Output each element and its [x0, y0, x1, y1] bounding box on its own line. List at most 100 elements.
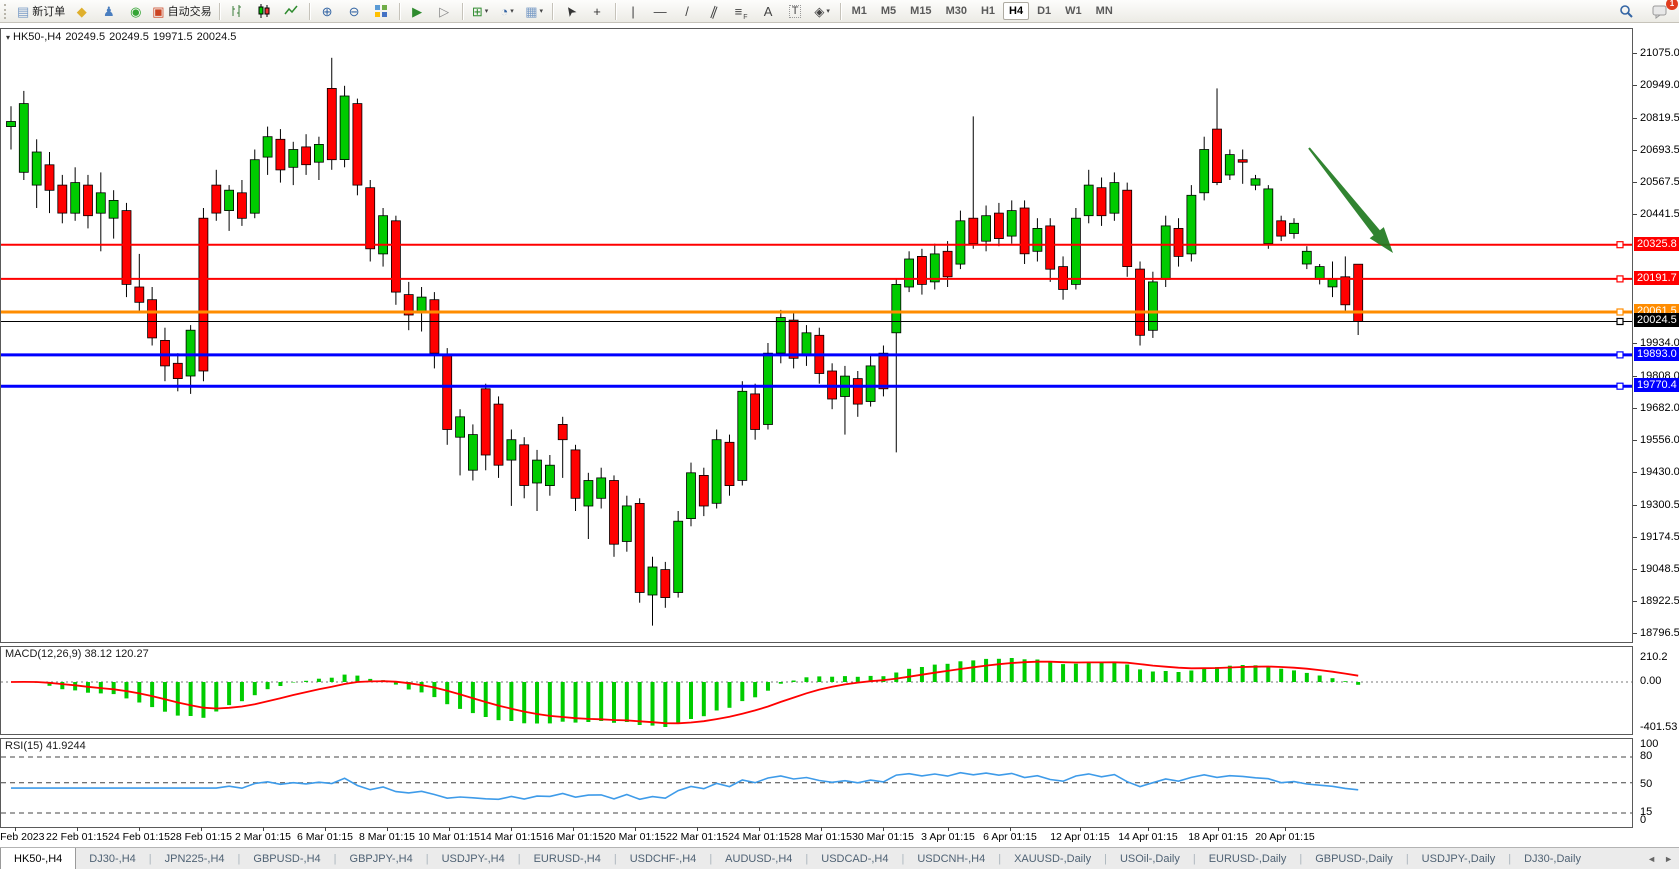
price-tick-label: 20693.5: [1640, 144, 1679, 156]
tabs-scroll-right-icon[interactable]: ►: [1664, 854, 1673, 864]
toolbar-grip[interactable]: [4, 4, 10, 19]
time-tick-label: 14 Mar 01:15: [480, 831, 542, 843]
line-chart-icon[interactable]: [278, 0, 305, 22]
chart-tab-hk50h4[interactable]: HK50-,H4: [0, 848, 76, 869]
zoom-out-icon[interactable]: ⊖: [341, 0, 368, 22]
chart-tab-usdchfh4[interactable]: USDCHF-,H4: [617, 848, 710, 869]
timeframe-m30-button[interactable]: M30: [940, 2, 973, 20]
chart-tab-dj30h4[interactable]: DJ30-,H4: [76, 848, 148, 869]
chart-tab-jpn225h4[interactable]: JPN225-,H4: [152, 848, 238, 869]
timeframe-h1-button[interactable]: H1: [975, 2, 1001, 20]
time-tick-label: 28 Mar 01:15: [790, 831, 852, 843]
chart-tab-audusdh4[interactable]: AUDUSD-,H4: [712, 848, 805, 869]
time-tick-label: 2 Mar 01:15: [235, 831, 291, 843]
toolbar-separator: [399, 3, 400, 20]
channel-icon[interactable]: ∥: [701, 0, 728, 22]
time-axis[interactable]: 20 Feb 202322 Feb 01:1524 Feb 01:1528 Fe…: [0, 829, 1633, 847]
main-chart-pane[interactable]: ▾HK50-,H420249.520249.519971.520024.5: [0, 28, 1633, 643]
arrows-icon[interactable]: ◈▾: [809, 0, 836, 22]
crosshair-icon[interactable]: +: [584, 0, 611, 22]
chart-tab-usoildaily[interactable]: USOil-,Daily: [1107, 848, 1193, 869]
price-axis[interactable]: 21075.020949.020819.520693.520567.520441…: [1633, 23, 1679, 847]
timeframe-w1-button[interactable]: W1: [1059, 2, 1088, 20]
macd-axis-label: 0.00: [1640, 675, 1661, 687]
fibonacci-icon[interactable]: ≡F: [728, 0, 755, 22]
chart-tab-bar: HK50-,H4DJ30-,H4|JPN225-,H4|GBPUSD-,H4|G…: [0, 847, 1679, 869]
vertical-line-icon[interactable]: |: [620, 0, 647, 22]
toolbar-separator: [840, 3, 841, 20]
price-line-label: 19770.4: [1634, 378, 1679, 392]
price-tick-label: 19430.0: [1640, 466, 1679, 478]
label-icon[interactable]: T: [782, 0, 809, 22]
cursor-icon[interactable]: ➤: [557, 0, 584, 22]
timeframes-icon-dropdown[interactable]: ▾: [510, 7, 514, 15]
zoom-in-icon[interactable]: ⊕: [314, 0, 341, 22]
signals-icon[interactable]: ◉: [122, 0, 149, 22]
market-watch-icon[interactable]: ◆: [68, 0, 95, 22]
price-tick-mark: [1633, 408, 1637, 409]
price-line-label: 19893.0: [1634, 347, 1679, 361]
chart-tab-gbpusddaily[interactable]: GBPUSD-,Daily: [1302, 848, 1406, 869]
chart-tab-dj30daily[interactable]: DJ30-,Daily: [1511, 848, 1594, 869]
horizontal-line-icon[interactable]: —: [647, 0, 674, 22]
time-tick-label: 20 Mar 01:15: [604, 831, 666, 843]
tabs-scroll-left-icon[interactable]: ◄: [1647, 854, 1656, 864]
time-tick-label: 12 Apr 01:15: [1050, 831, 1110, 843]
timeframe-m5-button[interactable]: M5: [875, 2, 902, 20]
trendline-icon[interactable]: /: [674, 0, 701, 22]
price-tick-label: 19174.5: [1640, 531, 1679, 543]
rsi-value: 41.9244: [46, 740, 86, 752]
rsi-indicator-pane[interactable]: RSI(15) 41.9244: [0, 738, 1633, 828]
chart-tab-usdcadh4[interactable]: USDCAD-,H4: [808, 848, 901, 869]
macd-indicator-pane[interactable]: MACD(12,26,9) 38.12 120.27: [0, 646, 1633, 735]
timeframe-d1-button[interactable]: D1: [1031, 2, 1057, 20]
price-tick-label: 20819.5: [1640, 112, 1679, 124]
text-icon[interactable]: A: [755, 0, 782, 22]
chart-tab-usdjpydaily[interactable]: USDJPY-,Daily: [1409, 848, 1509, 869]
price-tick-mark: [1633, 150, 1637, 151]
indicators-icon[interactable]: ⊞▾: [467, 0, 494, 22]
timeframe-h4-button[interactable]: H4: [1003, 2, 1029, 20]
chart-title: ▾HK50-,H420249.520249.519971.520024.5: [6, 31, 240, 43]
price-tick-label: 19300.5: [1640, 499, 1679, 511]
price-tick-mark: [1633, 376, 1637, 377]
price-tick-label: 19682.0: [1640, 402, 1679, 414]
time-tick-label: 14 Apr 01:15: [1118, 831, 1178, 843]
chart-tab-gbpjpyh4[interactable]: GBPJPY-,H4: [337, 848, 426, 869]
chart-tab-xauusddaily[interactable]: XAUUSD-,Daily: [1001, 848, 1104, 869]
chart-tab-gbpusdh4[interactable]: GBPUSD-,H4: [240, 848, 333, 869]
bar-chart-icon[interactable]: [224, 0, 251, 22]
chart-tab-eurusddaily[interactable]: EURUSD-,Daily: [1196, 848, 1300, 869]
price-tick-mark: [1633, 214, 1637, 215]
macd-axis-label: 210.2: [1640, 651, 1668, 663]
chart-tab-eurusdh4[interactable]: EURUSD-,H4: [521, 848, 614, 869]
autotrade-button[interactable]: ▣自动交易: [149, 0, 214, 22]
candlestick-chart-icon[interactable]: [251, 0, 278, 22]
rsi-axis-label: 50: [1640, 778, 1652, 790]
time-tick-label: 8 Mar 01:15: [359, 831, 415, 843]
chart-close: 20024.5: [197, 31, 237, 43]
indicators-icon-dropdown[interactable]: ▾: [485, 7, 489, 15]
macd-axis-label: -401.53: [1640, 721, 1677, 733]
arrows-icon-dropdown[interactable]: ▾: [826, 7, 830, 15]
chart-context-arrow-icon[interactable]: ▾: [6, 33, 10, 42]
search-icon[interactable]: [1613, 1, 1640, 23]
timeframes-icon[interactable]: ◔▾: [494, 0, 521, 22]
chat-notifications-icon[interactable]: 1: [1646, 1, 1673, 23]
chart-tab-usdcnhh4[interactable]: USDCNH-,H4: [904, 848, 998, 869]
timeframe-m1-button[interactable]: M1: [846, 2, 873, 20]
chart-tab-usdjpyh4[interactable]: USDJPY-,H4: [429, 848, 518, 869]
new-order-button[interactable]: ▤新订单: [14, 0, 68, 22]
community-icon[interactable]: ♟: [95, 0, 122, 22]
chart-high: 20249.5: [109, 31, 149, 43]
chart-shift-icon[interactable]: ▷: [431, 0, 458, 22]
time-tick-label: 18 Apr 01:15: [1188, 831, 1248, 843]
templates-icon[interactable]: ▦▾: [521, 0, 548, 22]
timeframe-m15-button[interactable]: M15: [904, 2, 937, 20]
timeframe-mn-button[interactable]: MN: [1090, 2, 1119, 20]
tile-windows-icon[interactable]: [368, 0, 395, 22]
price-tick-label: 20441.5: [1640, 208, 1679, 220]
templates-icon-dropdown[interactable]: ▾: [539, 7, 543, 15]
auto-scroll-icon[interactable]: ▶: [404, 0, 431, 22]
time-tick-label: 22 Mar 01:15: [666, 831, 728, 843]
